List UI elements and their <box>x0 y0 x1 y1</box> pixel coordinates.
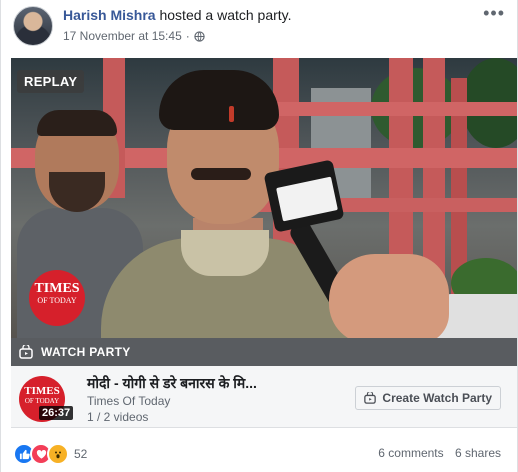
comments-count[interactable]: 6 comments <box>378 446 443 460</box>
logo-line-2: OF TODAY <box>37 296 77 305</box>
shares-count[interactable]: 6 shares <box>455 446 501 460</box>
post-timestamp[interactable]: 17 November at 15:45 <box>63 29 182 43</box>
playlist-count: 1 / 2 videos <box>87 410 149 424</box>
post-action-text: hosted a watch party. <box>159 7 292 23</box>
times-of-today-logo: TIMES OF TODAY <box>29 270 85 326</box>
post-header: Harish Mishra hosted a watch party. <box>63 7 292 23</box>
video-player[interactable]: REPLAY TIMES OF TODAY <box>11 58 517 338</box>
logo-line-1: TIMES <box>24 385 60 397</box>
author-name[interactable]: Harish Mishra <box>63 7 156 23</box>
post-card: Harish Mishra hosted a watch party. 17 N… <box>0 0 518 472</box>
video-thumbnail[interactable]: TIMES OF TODAY 26:37 <box>19 376 75 424</box>
reactions-summary[interactable]: 52 <box>13 443 87 465</box>
logo-line-2: OF TODAY <box>24 397 60 405</box>
replay-badge: REPLAY <box>17 70 85 93</box>
globe-icon[interactable] <box>194 30 205 42</box>
watch-party-icon <box>364 392 377 404</box>
create-watch-party-label: Create Watch Party <box>382 391 492 405</box>
author-avatar[interactable] <box>13 6 53 46</box>
watch-party-icon <box>19 345 33 359</box>
dot-separator: · <box>185 29 190 43</box>
video-duration: 26:37 <box>39 406 74 420</box>
post-meta: 17 November at 15:45 · <box>63 29 205 43</box>
reporter-hand <box>329 254 449 338</box>
wow-icon <box>47 443 69 465</box>
watch-party-label: WATCH PARTY <box>41 345 131 359</box>
ellipsis-icon[interactable]: ••• <box>483 4 505 22</box>
playlist-item[interactable]: TIMES OF TODAY 26:37 मोदी - योगी से डरे … <box>11 366 517 428</box>
reaction-count[interactable]: 52 <box>74 447 87 461</box>
logo-line-1: TIMES <box>34 281 80 296</box>
engagement-counts: 6 comments 6 shares <box>370 446 501 460</box>
watch-party-bar: WATCH PARTY <box>11 338 517 366</box>
video-source[interactable]: Times Of Today <box>87 394 170 408</box>
video-title[interactable]: मोदी - योगी से डरे बनारस के मि... <box>87 374 257 393</box>
create-watch-party-button[interactable]: Create Watch Party <box>355 386 501 410</box>
